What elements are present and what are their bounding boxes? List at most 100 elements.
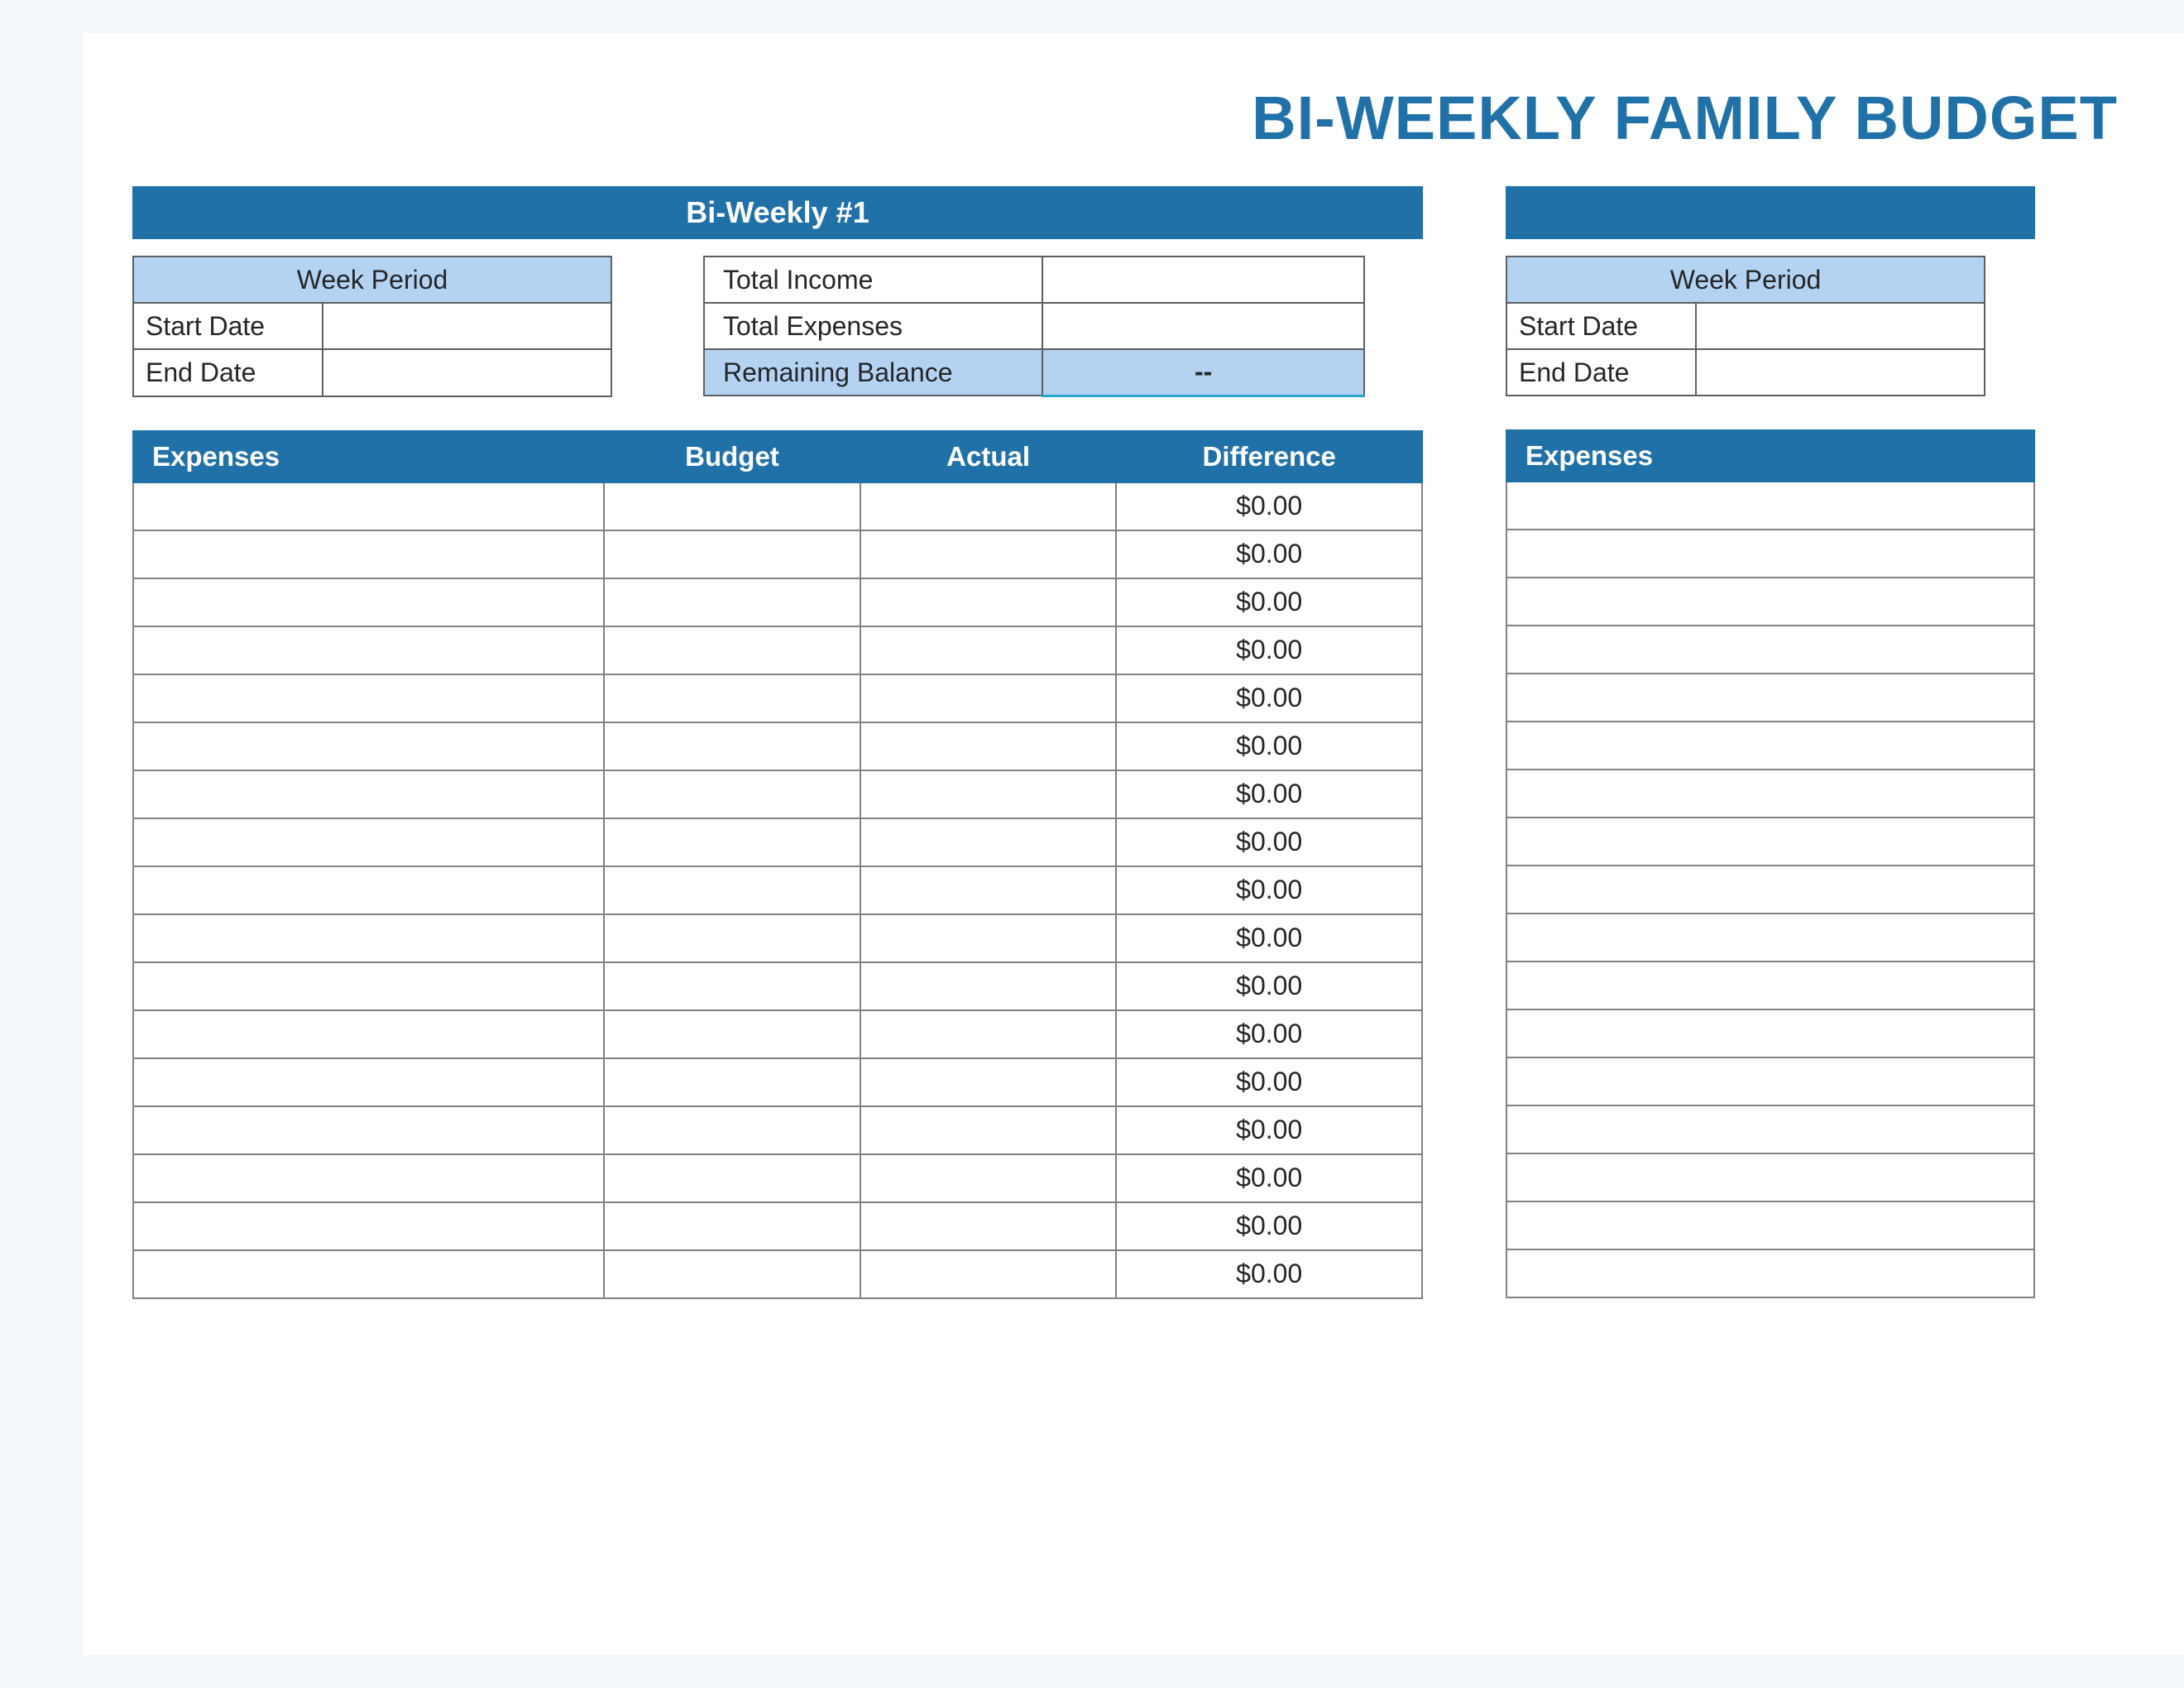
expense-cell[interactable]	[1506, 578, 2034, 626]
expense-cell[interactable]	[1506, 722, 2034, 770]
budget-cell[interactable]	[604, 482, 860, 530]
expense-cell[interactable]	[133, 674, 604, 722]
actual-cell[interactable]	[860, 530, 1117, 578]
expense-cell[interactable]	[133, 914, 604, 962]
budget-cell[interactable]	[604, 722, 860, 770]
actual-cell[interactable]	[860, 674, 1117, 722]
expense-cell[interactable]	[133, 1106, 604, 1154]
expense-cell[interactable]	[133, 866, 604, 914]
expense-cell[interactable]	[1506, 1249, 2034, 1297]
table-row	[1506, 578, 2034, 626]
difference-cell: $0.00	[1116, 1058, 1422, 1106]
expense-cell[interactable]	[1506, 1201, 2034, 1249]
budget-cell[interactable]	[604, 1058, 860, 1106]
budget-cell[interactable]	[604, 674, 860, 722]
budget-cell[interactable]	[604, 818, 860, 866]
actual-cell[interactable]	[860, 962, 1117, 1010]
actual-cell[interactable]	[860, 626, 1117, 674]
week-period-table-1: Week Period Start Date End Date	[132, 256, 612, 397]
budget-cell[interactable]	[604, 1106, 860, 1154]
expense-cell[interactable]	[133, 1250, 604, 1298]
start-date-cell-1[interactable]	[323, 303, 611, 349]
expense-cell[interactable]	[133, 578, 604, 626]
expense-cell[interactable]	[133, 770, 604, 818]
difference-cell: $0.00	[1116, 578, 1422, 626]
actual-cell[interactable]	[860, 1202, 1117, 1250]
actual-cell[interactable]	[860, 1058, 1117, 1106]
budget-cell[interactable]	[604, 1154, 860, 1202]
expense-cell[interactable]	[1506, 961, 2034, 1009]
biweekly-1-section: Bi-Weekly #1 Week Period Start Date End …	[132, 186, 1423, 1299]
expense-cell[interactable]	[1506, 914, 2034, 961]
budget-cell[interactable]	[604, 530, 860, 578]
expense-cell[interactable]	[1506, 1105, 2034, 1153]
table-row: $0.00	[133, 1250, 1422, 1298]
table-row	[1506, 961, 2034, 1009]
budget-template-page: BI-WEEKLY FAMILY BUDGET Bi-Weekly #1 Wee…	[83, 33, 2184, 1655]
total-income-label: Total Income	[704, 257, 1042, 303]
actual-cell[interactable]	[860, 914, 1117, 962]
difference-cell: $0.00	[1116, 1106, 1422, 1154]
actual-cell[interactable]	[860, 1154, 1117, 1202]
end-date-label-2: End Date	[1506, 349, 1696, 396]
end-date-cell-2[interactable]	[1696, 349, 1985, 396]
difference-cell: $0.00	[1116, 1250, 1422, 1298]
expense-cell[interactable]	[1506, 1153, 2034, 1201]
table-row	[1506, 818, 2034, 866]
table-row: $0.00	[133, 1154, 1422, 1202]
actual-cell[interactable]	[860, 1250, 1117, 1298]
col-budget-1: Budget	[604, 431, 860, 482]
budget-cell[interactable]	[604, 626, 860, 674]
expense-cell[interactable]	[133, 1058, 604, 1106]
expense-cell[interactable]	[133, 1154, 604, 1202]
budget-cell[interactable]	[604, 1250, 860, 1298]
budget-cell[interactable]	[604, 866, 860, 914]
biweekly-1-bar: Bi-Weekly #1	[132, 186, 1423, 239]
difference-cell: $0.00	[1116, 866, 1422, 914]
expense-cell[interactable]	[133, 962, 604, 1010]
difference-cell: $0.00	[1116, 818, 1422, 866]
biweekly-1-top-tables: Week Period Start Date End Date Total In…	[132, 256, 1423, 397]
budget-cell[interactable]	[604, 578, 860, 626]
start-date-label-2: Start Date	[1506, 303, 1696, 349]
expense-cell[interactable]	[1506, 818, 2034, 866]
expense-cell[interactable]	[133, 1202, 604, 1250]
expense-cell[interactable]	[133, 818, 604, 866]
expense-cell[interactable]	[1506, 1057, 2034, 1105]
actual-cell[interactable]	[860, 1106, 1117, 1154]
budget-cell[interactable]	[604, 1202, 860, 1250]
expense-cell[interactable]	[133, 530, 604, 578]
table-row: $0.00	[133, 1058, 1422, 1106]
expense-cell[interactable]	[1506, 530, 2034, 578]
difference-cell: $0.00	[1116, 962, 1422, 1010]
expense-cell[interactable]	[133, 482, 604, 530]
expense-cell[interactable]	[133, 1010, 604, 1058]
expense-cell[interactable]	[1506, 674, 2034, 722]
expense-cell[interactable]	[1506, 1009, 2034, 1057]
table-row: $0.00	[133, 530, 1422, 578]
actual-cell[interactable]	[860, 1010, 1117, 1058]
budget-cell[interactable]	[604, 1010, 860, 1058]
expense-cell[interactable]	[133, 722, 604, 770]
actual-cell[interactable]	[860, 770, 1117, 818]
actual-cell[interactable]	[860, 578, 1117, 626]
start-date-cell-2[interactable]	[1696, 303, 1985, 349]
table-row	[1506, 626, 2034, 674]
actual-cell[interactable]	[860, 818, 1117, 866]
expense-cell[interactable]	[1506, 770, 2034, 818]
actual-cell[interactable]	[860, 722, 1117, 770]
budget-cell[interactable]	[604, 770, 860, 818]
end-date-cell-1[interactable]	[323, 349, 611, 396]
difference-cell: $0.00	[1116, 482, 1422, 530]
total-income-value[interactable]	[1042, 257, 1364, 303]
expense-cell[interactable]	[133, 626, 604, 674]
total-expenses-value[interactable]	[1042, 303, 1364, 349]
actual-cell[interactable]	[860, 482, 1117, 530]
actual-cell[interactable]	[860, 866, 1117, 914]
expense-cell[interactable]	[1506, 626, 2034, 674]
table-row	[1506, 482, 2034, 530]
budget-cell[interactable]	[604, 962, 860, 1010]
expense-cell[interactable]	[1506, 866, 2034, 914]
budget-cell[interactable]	[604, 914, 860, 962]
expense-cell[interactable]	[1506, 482, 2034, 530]
